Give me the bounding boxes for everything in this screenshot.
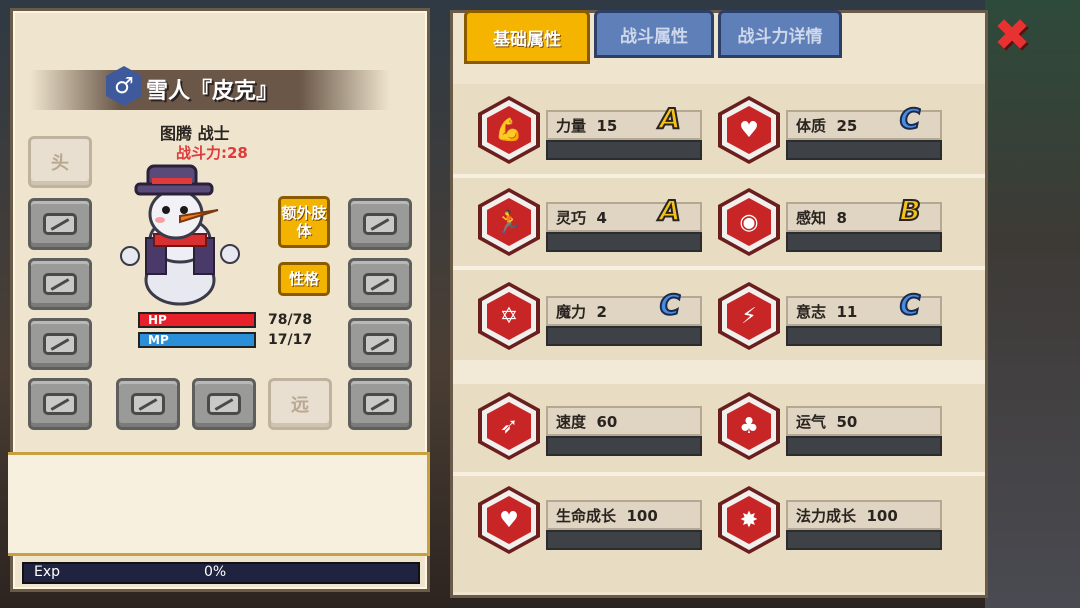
background-right-scene (985, 0, 1080, 608)
attribute-luck[interactable]: 运气 50 (786, 406, 944, 458)
attribute-label: 魔力 2 (556, 303, 607, 321)
attribute-label: 法力成长 100 (796, 507, 898, 525)
ranged-slot-label: 远 (291, 395, 309, 416)
locked-slot-icon (363, 333, 397, 355)
description-box (8, 452, 430, 556)
character-name: 雪人『皮克』 (146, 79, 279, 104)
tab-combat-attributes[interactable]: 战斗属性 (594, 10, 714, 58)
equip-slot-head[interactable]: 头 (28, 136, 92, 188)
attribute-label: 体质 25 (796, 117, 858, 135)
equip-slot-right-2[interactable] (348, 258, 412, 310)
character-class: 图腾 战士 (160, 124, 230, 143)
equip-slot-bottom-1[interactable] (116, 378, 180, 430)
grade-badge: B (898, 194, 921, 227)
close-icon[interactable]: ✖ (992, 14, 1032, 58)
row-divider (453, 472, 985, 476)
hp-bar: HP (138, 312, 256, 328)
exp-value: 0% (204, 564, 227, 580)
head-slot-label: 头 (51, 153, 69, 174)
attribute-label: 力量 15 (556, 117, 618, 135)
exp-bar: Exp 0% (22, 562, 420, 584)
attribute-label: 生命成长 100 (556, 507, 658, 525)
hp-value: 78/78 (268, 312, 313, 328)
grade-badge: A (658, 194, 682, 227)
equip-slot-left-2[interactable] (28, 258, 92, 310)
tab-power-details[interactable]: 战斗力详情 (718, 10, 842, 58)
equip-slot-bottom-2[interactable] (192, 378, 256, 430)
tab-basic-attributes[interactable]: 基础属性 (464, 10, 590, 64)
locked-slot-icon (363, 273, 397, 295)
mp-label: MP (148, 333, 169, 347)
grade-badge: A (658, 102, 682, 135)
attribute-label: 灵巧 4 (556, 209, 607, 227)
locked-slot-icon (43, 273, 77, 295)
locked-slot-icon (43, 393, 77, 415)
equip-slot-left-1[interactable] (28, 198, 92, 250)
locked-slot-icon (43, 213, 77, 235)
equip-slot-right-1[interactable] (348, 198, 412, 250)
locked-slot-icon (363, 213, 397, 235)
attribute-label: 意志 11 (796, 303, 858, 321)
locked-slot-icon (363, 393, 397, 415)
equip-slot-left-4[interactable] (28, 378, 92, 430)
equip-slot-left-3[interactable] (28, 318, 92, 370)
attribute-label: 感知 8 (796, 209, 847, 227)
attribute-speed[interactable]: 速度 60 (546, 406, 704, 458)
row-divider (453, 174, 985, 178)
equip-slot-right-3[interactable] (348, 318, 412, 370)
mp-value: 17/17 (268, 332, 313, 348)
attribute-label: 速度 60 (556, 413, 618, 431)
exp-label: Exp (34, 564, 61, 580)
equip-slot-ranged[interactable]: 远 (268, 378, 332, 430)
grade-badge: C (899, 102, 922, 135)
equip-slot-right-4[interactable] (348, 378, 412, 430)
locked-slot-icon (131, 393, 165, 415)
attribute-mp_growth[interactable]: 法力成长 100 (786, 500, 944, 552)
grade-badge: C (659, 288, 682, 321)
attribute-label: 运气 50 (796, 413, 858, 431)
hp-label: HP (148, 313, 167, 327)
locked-slot-icon (43, 333, 77, 355)
locked-slot-icon (207, 393, 241, 415)
snowman-character-sprite (120, 164, 240, 306)
section-divider (453, 360, 985, 384)
attribute-hp_growth[interactable]: 生命成长 100 (546, 500, 704, 552)
mp-bar: MP (138, 332, 256, 348)
grade-badge: C (899, 288, 922, 321)
row-divider (453, 266, 985, 270)
personality-button[interactable]: 性格 (278, 262, 330, 296)
extra-limb-button[interactable]: 额外肢体 (278, 196, 330, 248)
